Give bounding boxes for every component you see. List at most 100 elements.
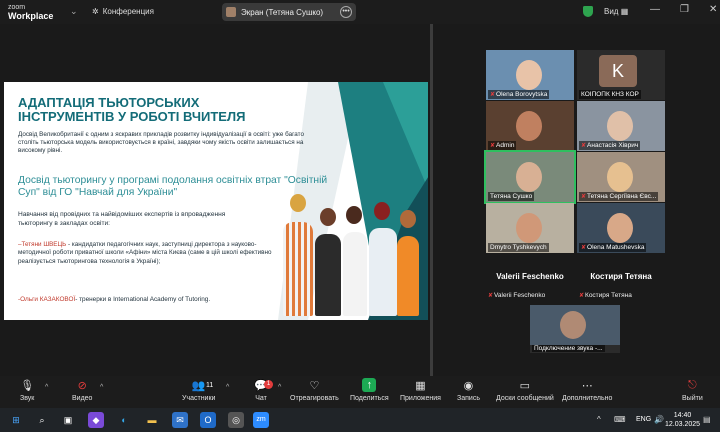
more-icon[interactable]: •••: [340, 6, 352, 18]
participant-video: [516, 111, 542, 141]
presenter-avatar: [226, 7, 236, 17]
search-icon[interactable]: ⌕: [34, 412, 50, 428]
video-label: Видео: [72, 395, 93, 402]
outlook-icon[interactable]: O: [200, 412, 216, 428]
leave-button[interactable]: ⎋ Выйти: [682, 378, 703, 403]
participant-name-label: Olena Matushevska: [587, 244, 645, 251]
language-indicator[interactable]: ENG: [636, 416, 651, 423]
person: [397, 236, 419, 316]
person: [283, 222, 313, 316]
copilot-icon[interactable]: ◆: [88, 412, 104, 428]
audio-button[interactable]: 🎙 Звук: [20, 378, 35, 403]
paw-icon: ✲: [92, 7, 99, 16]
video-off-icon: ⊘: [77, 379, 87, 392]
person: [343, 232, 367, 316]
windows-start-icon[interactable]: ⊞: [8, 412, 24, 428]
participant-count: 11: [206, 382, 214, 389]
chevron-up-icon[interactable]: ^: [278, 384, 281, 391]
minimize-icon[interactable]: —: [650, 4, 660, 15]
windows-taskbar: ⊞ ⌕ ▣ ◆ ◐ ▬ ✉ O ◎ zm ^ ⌨ ENG 🔊 14:40 12.…: [0, 408, 720, 432]
person-head: [290, 194, 306, 212]
connecting-tile[interactable]: Подключение звука -...: [530, 305, 620, 353]
participant-tile[interactable]: ✘Анастасія Хіврич: [577, 101, 665, 151]
video-button[interactable]: ⊘ Видео: [72, 378, 93, 403]
participant-tile[interactable]: Dmytro Tyshkevych: [486, 203, 574, 253]
shield-icon[interactable]: [583, 6, 593, 17]
view-label: Вид: [604, 7, 619, 16]
participant-tile[interactable]: ✘Olena Borovytska: [486, 50, 574, 100]
maximize-icon[interactable]: ❐: [680, 4, 689, 15]
record-button[interactable]: ◉ Запись: [457, 378, 480, 403]
avatar: K: [599, 55, 637, 87]
whiteboards-button[interactable]: ▭ Доски сообщений: [496, 378, 554, 403]
more-button[interactable]: ⋯ Дополнительно: [562, 378, 612, 403]
meeting-toolbar: 🎙 Звук ^ ⊘ Видео ^ 👥 Участники 11 ^ 💬 Чат 1 …: [0, 376, 720, 408]
chat-badge: 1: [264, 380, 273, 389]
participant-name: ✘Анастасія Хіврич: [579, 141, 641, 150]
record-label: Запись: [457, 395, 480, 402]
mic-muted-icon: ✘: [581, 245, 587, 251]
apps-label: Приложения: [400, 395, 441, 402]
participant-name-label: Анастасія Хіврич: [587, 142, 639, 149]
chevron-down-icon[interactable]: ⌄: [70, 6, 78, 17]
participant-tile[interactable]: ✘Olena Matushevska: [577, 203, 665, 253]
slide-expert-2: -Ольги КАЗАКОВОЇ- тренерки в Internation…: [18, 296, 288, 303]
folder-icon[interactable]: ▬: [144, 412, 160, 428]
participant-video: [607, 111, 633, 141]
chevron-up-icon[interactable]: ^: [100, 384, 103, 391]
camera-icon[interactable]: ◎: [228, 412, 244, 428]
audio-only-label: ✘Valerii Feschenko: [486, 292, 574, 299]
leave-icon: ⎋: [688, 378, 697, 391]
people-icon: 👥: [191, 379, 206, 392]
clock-date: 12.03.2025: [665, 421, 701, 428]
participant-name: Подключение звука -...: [532, 345, 605, 352]
split-divider[interactable]: [430, 24, 433, 376]
participant-name: ✘Olena Borovytska: [488, 90, 550, 99]
mail-icon[interactable]: ✉: [172, 412, 188, 428]
participant-tile[interactable]: ✘Admin: [486, 101, 574, 151]
participant-tile-active[interactable]: Тетяна Сушко: [484, 150, 576, 204]
participant-name: ✘Olena Matushevska: [579, 243, 647, 252]
audio-only-label-text: Костиря Тетяна: [585, 292, 632, 299]
share-button[interactable]: ↑ Поделиться: [350, 378, 389, 402]
chevron-up-icon[interactable]: ^: [45, 384, 48, 391]
audio-label: Звук: [20, 395, 35, 402]
mic-muted-icon: ✘: [490, 143, 496, 149]
clock-time: 14:40: [673, 412, 692, 419]
chevron-up-icon[interactable]: ^: [597, 415, 601, 424]
participant-name: ✘Тетяна Сергіївна Євс...: [579, 192, 659, 201]
participant-name-label: Тетяна Сергіївна Євс...: [587, 193, 657, 200]
audio-only-label: ✘Костиря Тетяна: [577, 292, 665, 299]
screen-share-pill[interactable]: Экран (Тетяна Сушко) •••: [222, 3, 356, 21]
title-bar: zoom Workplace ⌄ ✲ Конференция Экран (Те…: [0, 0, 720, 24]
participant-name-label: Olena Borovytska: [496, 91, 548, 98]
keyboard-icon[interactable]: ⌨: [614, 415, 626, 424]
person: [315, 234, 341, 316]
task-view-icon[interactable]: ▣: [60, 412, 76, 428]
edge-icon[interactable]: ◐: [116, 412, 132, 428]
window-controls: — ❐ ✕: [650, 4, 717, 15]
microphone-icon: 🎙: [20, 379, 35, 392]
expert-1-name: –Тетяни ШВЕЦЬ: [18, 241, 67, 248]
react-button[interactable]: ♡ Отреагировать: [290, 378, 339, 403]
zoom-taskbar-icon[interactable]: zm: [253, 412, 269, 428]
volume-icon[interactable]: 🔊: [654, 415, 664, 424]
react-label: Отреагировать: [290, 395, 339, 402]
chevron-up-icon[interactable]: ^: [226, 384, 229, 391]
participant-tile[interactable]: K КОІПОПК КНЗ КОР: [577, 50, 665, 100]
notification-icon[interactable]: ▤: [703, 415, 711, 424]
close-icon[interactable]: ✕: [709, 4, 717, 15]
expert-2-name: -Ольги КАЗАКОВОЇ: [18, 296, 76, 303]
mic-muted-icon: ✘: [581, 194, 587, 200]
conference-menu[interactable]: ✲ Конференция: [92, 7, 154, 16]
participant-tile[interactable]: ✘Тетяна Сергіївна Євс...: [577, 152, 665, 202]
group-photo: [279, 190, 419, 316]
participant-video: [516, 60, 542, 90]
audio-only-name: Valerii Feschenko: [496, 272, 564, 281]
view-button[interactable]: Вид ▦: [604, 7, 628, 16]
participant-name-label: Admin: [496, 142, 515, 149]
screen-share-label: Экран (Тетяна Сушко): [241, 7, 324, 17]
participant-name: ✘Admin: [488, 141, 517, 150]
clock[interactable]: 14:40 12.03.2025: [665, 411, 700, 429]
apps-button[interactable]: ▦ Приложения: [400, 378, 441, 403]
